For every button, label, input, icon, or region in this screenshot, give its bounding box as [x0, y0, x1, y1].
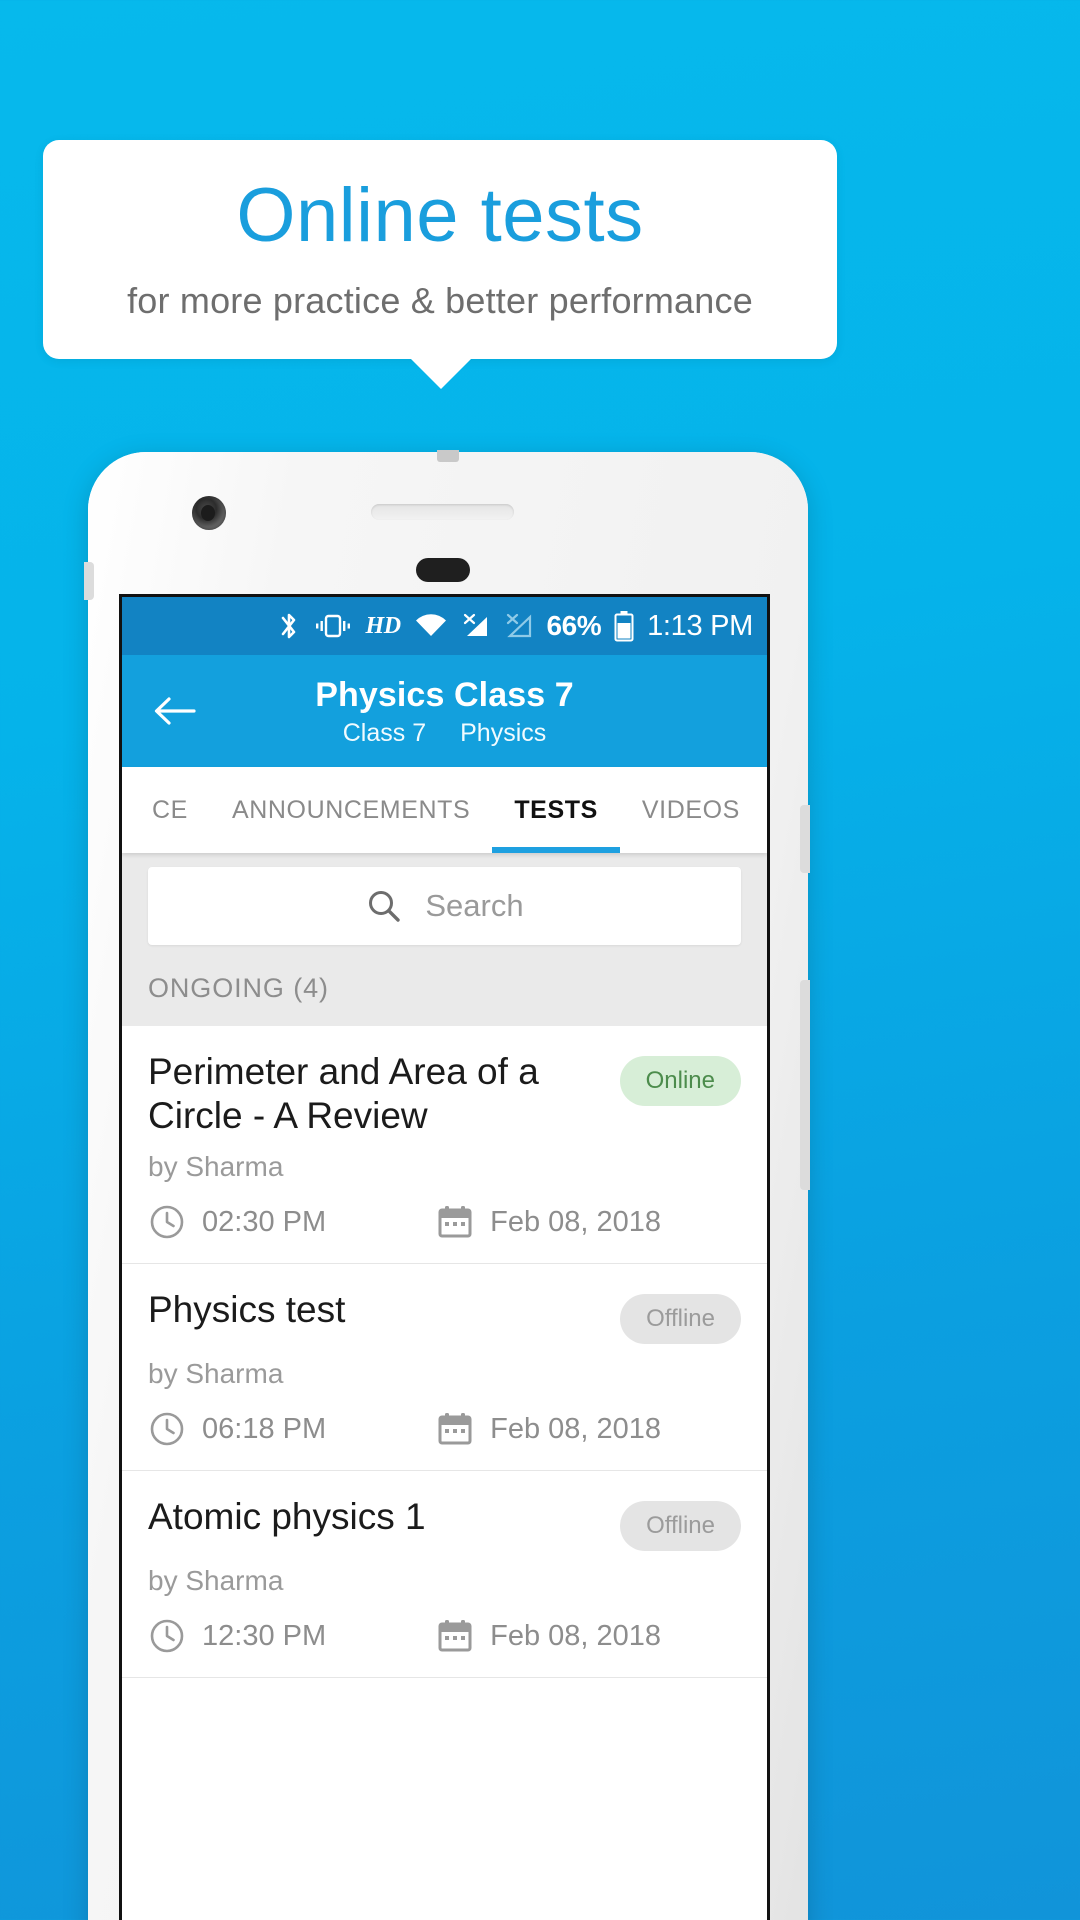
arrow-left-icon [154, 697, 196, 725]
phone-antenna-nub [437, 450, 459, 462]
breadcrumb: Class 7 Physics [343, 719, 547, 748]
test-meta: 12:30 PM Feb 08, 2018 [148, 1617, 741, 1655]
status-badge: Offline [620, 1294, 741, 1345]
tab-ce[interactable]: CE [122, 767, 210, 853]
clock-icon [150, 1413, 184, 1446]
test-title: Atomic physics 1 [148, 1496, 426, 1538]
tests-list: Perimeter and Area of a Circle - A Revie… [122, 1026, 767, 1679]
volume-button[interactable] [800, 980, 810, 1190]
clock-icon [150, 1206, 184, 1239]
battery-icon [614, 610, 634, 642]
test-time: 06:18 PM [148, 1410, 326, 1448]
signal-no-service-icon [461, 611, 491, 641]
tab-videos[interactable]: VIDEOS [620, 767, 762, 853]
search-area: Search [122, 853, 767, 961]
app-bar-titles: Physics Class 7 Class 7 Physics [122, 674, 767, 748]
test-date: Feb 08, 2018 [436, 1617, 661, 1655]
search-icon [369, 891, 401, 922]
phone-screen: HD 66% 1:13 PM Physics Class 7 Class 7 P… [119, 594, 770, 1920]
test-author: by Sharma [148, 1565, 284, 1597]
search-placeholder: Search [425, 888, 524, 923]
bluetooth-icon [278, 611, 300, 641]
tab-bar: CE ANNOUNCEMENTS TESTS VIDEOS [122, 767, 767, 853]
test-meta: 02:30 PM Feb 08, 2018 [148, 1203, 741, 1241]
earpiece-speaker [371, 504, 514, 520]
vibrate-icon [313, 611, 353, 641]
calendar-icon [438, 1413, 472, 1445]
promo-banner-title: Online tests [236, 172, 644, 258]
clock-icon [150, 1620, 184, 1653]
test-author: by Sharma [148, 1151, 284, 1183]
app-bar: Physics Class 7 Class 7 Physics [122, 655, 767, 767]
test-time: 02:30 PM [148, 1203, 326, 1241]
test-card-header: Atomic physics 1 Offline [148, 1495, 741, 1552]
front-camera-icon [192, 496, 226, 530]
promo-banner: Online tests for more practice & better … [43, 140, 837, 359]
calendar-icon [438, 1620, 472, 1652]
list-item[interactable]: Perimeter and Area of a Circle - A Revie… [122, 1026, 767, 1265]
back-button[interactable] [152, 688, 198, 734]
test-time-label: 02:30 PM [202, 1205, 327, 1238]
promo-banner-pointer [409, 357, 473, 389]
proximity-sensor [416, 558, 470, 582]
battery-percent-label: 66% [546, 610, 602, 641]
status-bar: HD 66% 1:13 PM [122, 597, 767, 655]
sim-tray [84, 562, 94, 600]
test-date-label: Feb 08, 2018 [490, 1412, 662, 1445]
test-date-label: Feb 08, 2018 [490, 1205, 662, 1238]
section-header-ongoing: ONGOING (4) [122, 961, 767, 1026]
signal-empty-no-service-icon [504, 611, 534, 641]
test-date-label: Feb 08, 2018 [490, 1619, 662, 1652]
test-time: 12:30 PM [148, 1617, 326, 1655]
status-badge: Offline [620, 1501, 741, 1552]
test-date: Feb 08, 2018 [436, 1203, 661, 1241]
tab-announcements[interactable]: ANNOUNCEMENTS [210, 767, 492, 853]
list-item[interactable]: Atomic physics 1 Offline by Sharma 12:30… [122, 1471, 767, 1679]
breadcrumb-item-subject: Physics [460, 719, 547, 748]
calendar-icon [438, 1206, 472, 1238]
wifi-icon [414, 611, 448, 641]
test-card-header: Physics test Offline [148, 1288, 741, 1345]
power-button[interactable] [800, 805, 810, 873]
test-title: Perimeter and Area of a Circle - A Revie… [148, 1051, 539, 1136]
test-time-label: 12:30 PM [202, 1619, 327, 1652]
search-input[interactable]: Search [148, 867, 741, 945]
test-card-header: Perimeter and Area of a Circle - A Revie… [148, 1050, 741, 1137]
promo-banner-subtitle: for more practice & better performance [127, 279, 753, 321]
test-date: Feb 08, 2018 [436, 1410, 661, 1448]
hd-icon: HD [365, 612, 402, 639]
status-badge: Online [619, 1056, 741, 1106]
test-meta: 06:18 PM Feb 08, 2018 [148, 1410, 741, 1448]
tab-tests[interactable]: TESTS [492, 767, 620, 853]
page-title: Physics Class 7 [315, 675, 574, 714]
test-time-label: 06:18 PM [202, 1412, 327, 1445]
breadcrumb-item-class: Class 7 [342, 719, 427, 748]
test-author: by Sharma [148, 1358, 284, 1390]
list-item[interactable]: Physics test Offline by Sharma 06:18 PM [122, 1264, 767, 1472]
test-title: Physics test [148, 1289, 346, 1331]
clock-label: 1:13 PM [647, 609, 753, 642]
